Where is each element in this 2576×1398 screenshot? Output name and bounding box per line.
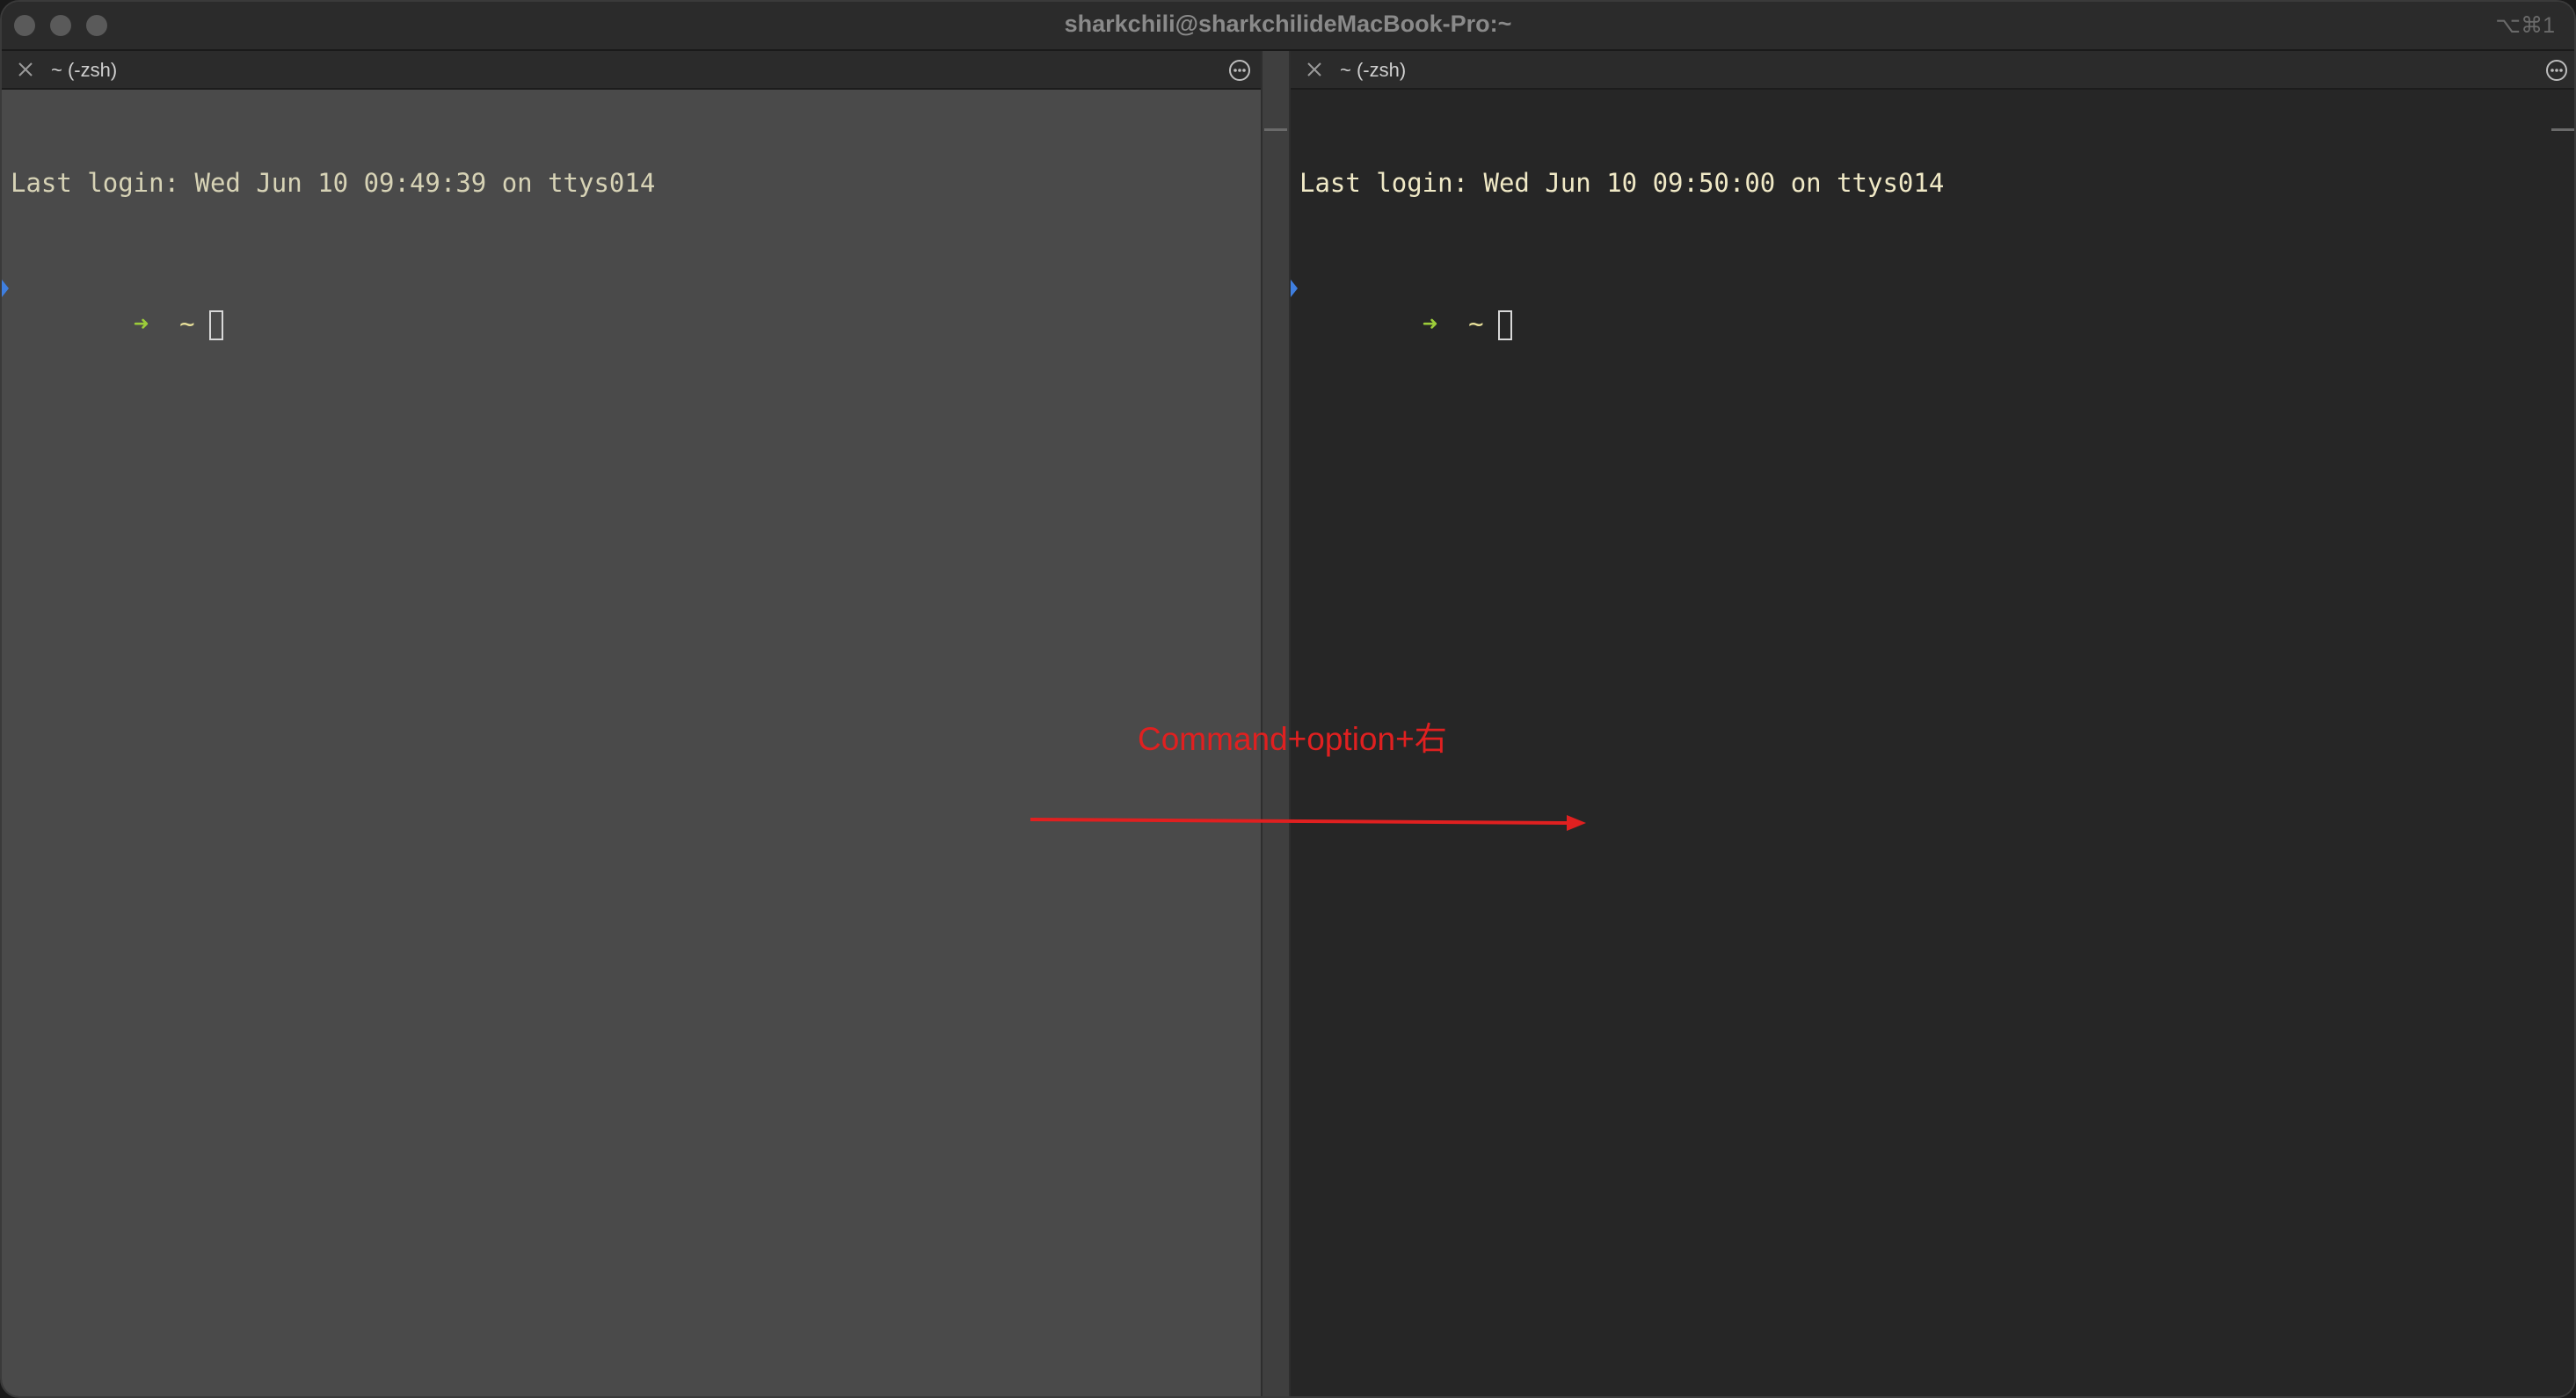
more-options-icon[interactable] <box>2544 58 2569 83</box>
right-pane-tab[interactable]: ~ (-zsh) <box>1291 51 2574 90</box>
window-title: sharkchili@sharkchilideMacBook-Pro:~ <box>1064 11 1512 37</box>
prompt-arrow: ➜ <box>1422 309 1438 339</box>
annotation-label: Command+option+右 <box>1138 721 1447 757</box>
text-cursor <box>1497 310 1512 340</box>
prompt-path: ~ <box>179 309 195 339</box>
prompt-path: ~ <box>1468 309 1484 339</box>
terminal-output[interactable]: Last login: Wed Jun 10 09:50:00 on ttys0… <box>1291 95 1945 376</box>
tab-title: ~ (-zsh) <box>1340 59 1407 81</box>
prompt-line: ➜ ~ <box>2 271 655 340</box>
terminal-window: sharkchili@sharkchilideMacBook-Pro:~ ⌥⌘1… <box>0 0 2576 1398</box>
terminal-output[interactable]: Last login: Wed Jun 10 09:49:39 on ttys0… <box>2 95 656 376</box>
prompt-marker-icon <box>1291 280 1298 297</box>
left-pane-tab[interactable]: ~ (-zsh) <box>2 51 1261 90</box>
prompt-arrow: ➜ <box>133 309 149 339</box>
text-cursor <box>208 310 223 340</box>
scroll-indicator <box>1264 128 1287 131</box>
last-login-line: Last login: Wed Jun 10 09:49:39 on ttys0… <box>11 168 656 198</box>
window-shortcut: ⌥⌘1 <box>2495 13 2555 38</box>
title-bar: sharkchili@sharkchilideMacBook-Pro:~ ⌥⌘1 <box>2 2 2574 51</box>
prompt-marker-icon <box>2 280 9 297</box>
close-icon[interactable] <box>1303 58 1326 81</box>
right-pane[interactable]: ~ (-zsh) Last login: Wed Jun 10 09:50:00… <box>1291 51 2574 1396</box>
prompt-line: ➜ ~ <box>1291 271 1944 340</box>
scroll-indicator <box>2551 128 2574 131</box>
left-pane[interactable]: ~ (-zsh) Last login: Wed Jun 10 09:49:39… <box>2 51 1261 1396</box>
last-login-line: Last login: Wed Jun 10 09:50:00 on ttys0… <box>1299 168 1945 198</box>
tab-title: ~ (-zsh) <box>51 59 118 81</box>
more-options-icon[interactable] <box>1227 58 1252 83</box>
close-icon[interactable] <box>14 58 37 81</box>
